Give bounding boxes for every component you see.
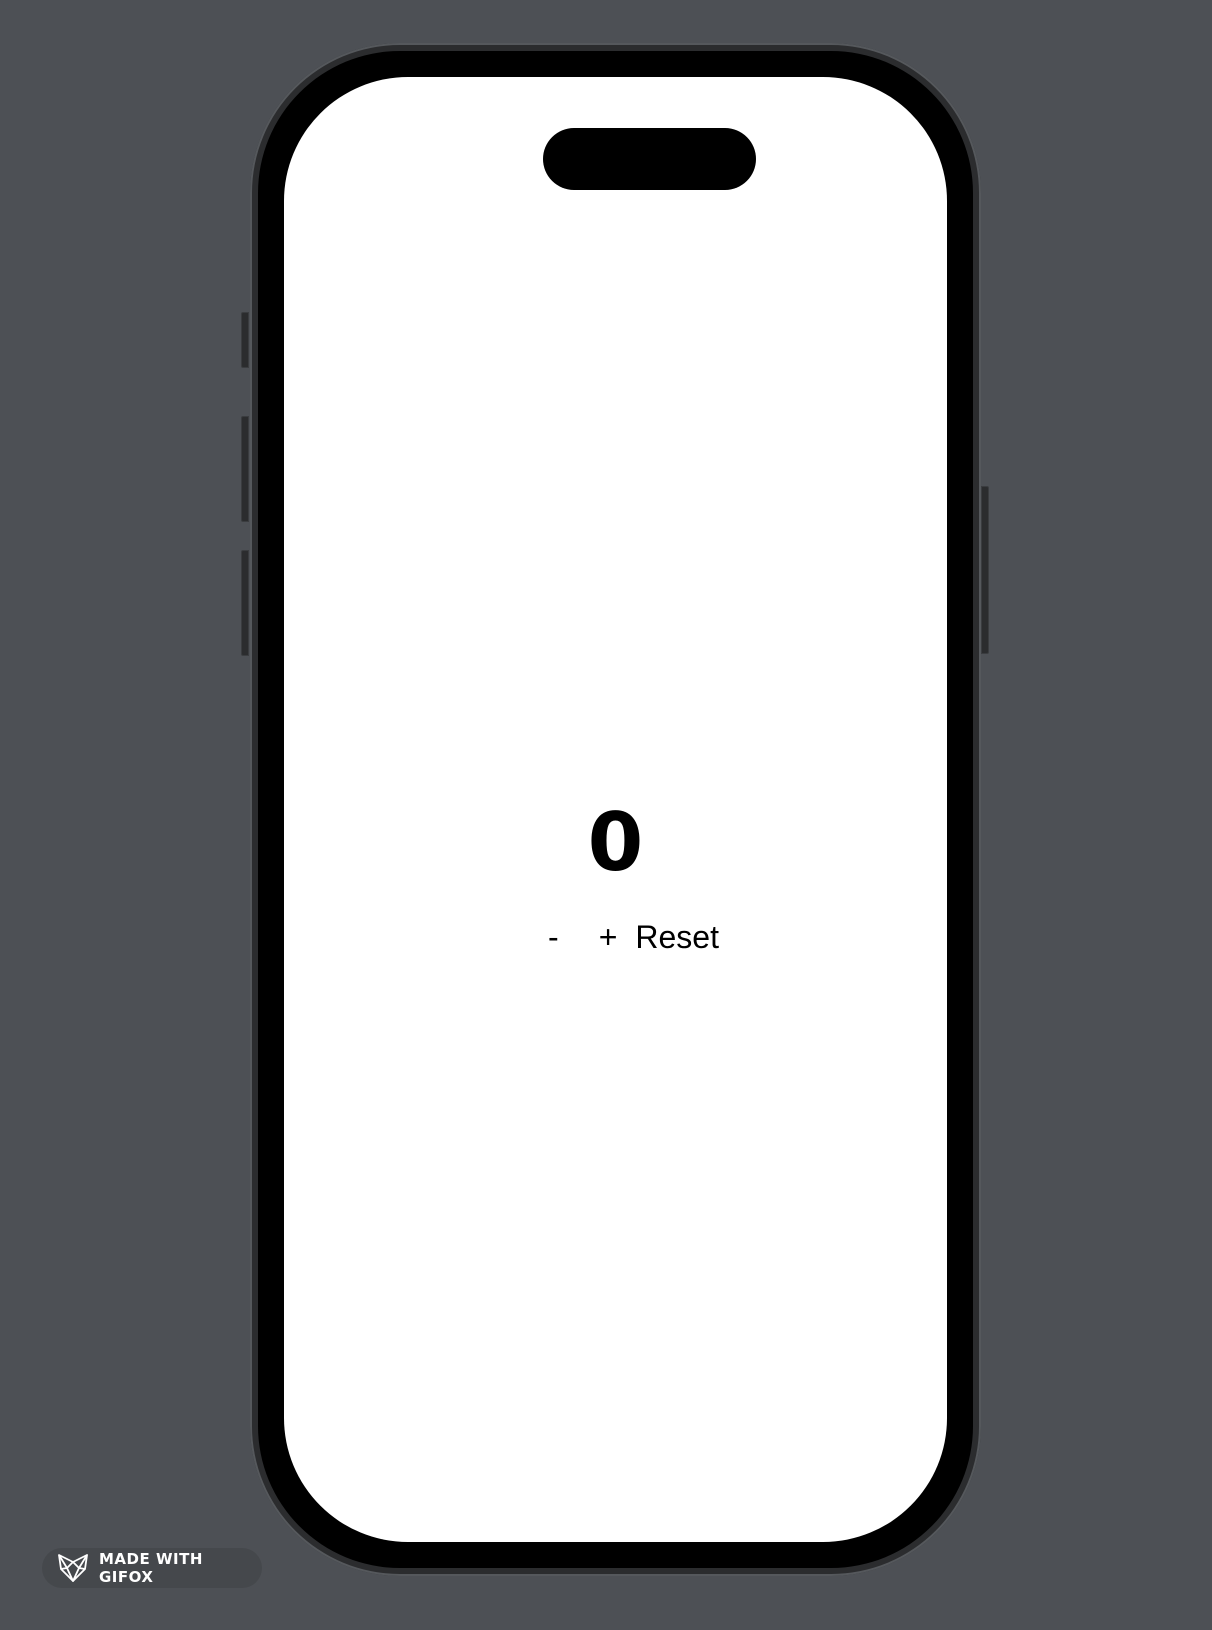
gifox-watermark: MADE WITH GIFOX [42, 1548, 262, 1588]
decrement-button[interactable]: - [548, 917, 559, 957]
volume-up-button [241, 416, 249, 522]
counter-controls: - + Reset [284, 917, 947, 957]
phone-bezel: 0 - + Reset [258, 51, 973, 1568]
counter-value: 0 [587, 796, 644, 889]
increment-button[interactable]: + [599, 917, 618, 957]
reset-button[interactable]: Reset [635, 917, 719, 957]
dynamic-island [543, 128, 756, 190]
volume-down-button [241, 550, 249, 656]
watermark-text: MADE WITH GIFOX [99, 1550, 203, 1586]
power-button [981, 486, 989, 654]
app-screen: 0 - + Reset [284, 77, 947, 1542]
fox-logo-icon [57, 1553, 89, 1583]
action-button [241, 312, 249, 368]
phone-frame: 0 - + Reset [250, 43, 981, 1576]
